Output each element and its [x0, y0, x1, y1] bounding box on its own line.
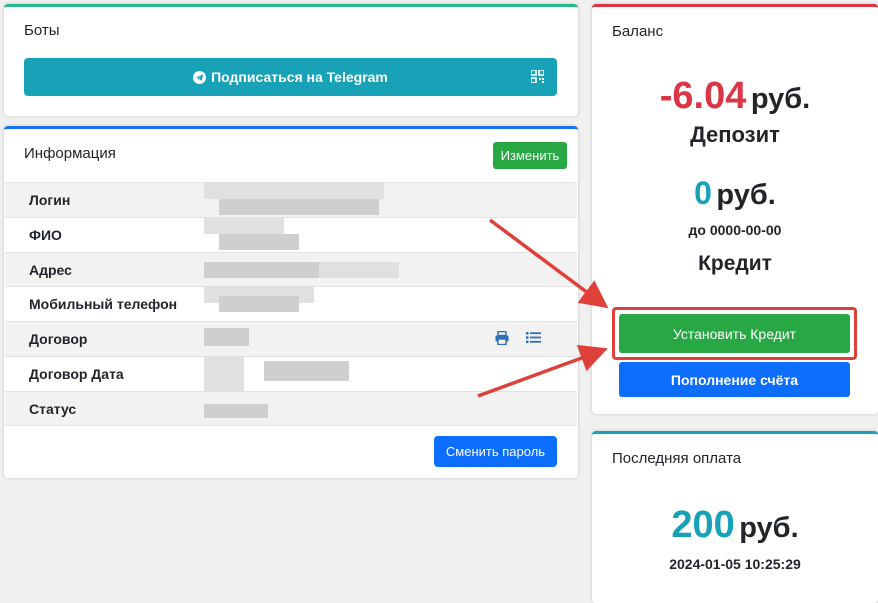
info-table: Логин ФИО Адрес Мобильный телефон Догово… [5, 182, 577, 426]
info-card: Информация Изменить Логин ФИО Адрес Моби… [4, 126, 578, 478]
row-label-login: Логин [29, 192, 71, 208]
credit-amount: 0 руб. [592, 175, 878, 212]
deposit-currency: руб. [750, 83, 811, 115]
print-icon[interactable] [495, 331, 509, 346]
last-payment-currency: руб. [739, 512, 799, 544]
telegram-subscribe-button[interactable]: Подписаться на Telegram [24, 58, 557, 96]
credit-currency: руб. [716, 179, 776, 211]
deposit-label: Депозит [690, 122, 780, 147]
change-password-button[interactable]: Сменить пароль [434, 436, 557, 467]
last-payment-value: 200 [671, 504, 735, 546]
row-value-redacted [204, 356, 400, 391]
balance-title: Баланс [612, 23, 664, 40]
row-value-redacted [204, 253, 400, 287]
row-value-redacted [204, 287, 400, 321]
row-label-contract: Договор [29, 331, 88, 348]
table-row: Мобильный телефон [5, 286, 577, 321]
row-value-redacted [204, 322, 400, 356]
table-row: ФИО [5, 216, 577, 252]
row-value-redacted [204, 217, 400, 252]
last-payment-card: Последняя оплата 200 руб. 2024-01-05 10:… [592, 431, 878, 603]
row-label-phone: Мобильный телефон [29, 296, 178, 313]
credit-label: Кредит [698, 252, 772, 275]
row-label-fio: ФИО [29, 226, 62, 243]
bots-title: Боты [24, 22, 60, 39]
last-payment-amount: 200 руб. [592, 504, 878, 547]
last-payment-date: 2024-01-05 10:25:29 [669, 556, 801, 572]
table-row: Статус [5, 390, 577, 426]
table-row: Договор [5, 321, 577, 356]
balance-card: Баланс -6.04 руб. Депозит 0 руб. до 0000… [592, 4, 878, 414]
table-row: Адрес [5, 251, 577, 287]
telegram-subscribe-label: Подписаться на Telegram [211, 69, 388, 85]
row-label-status: Статус [29, 400, 77, 417]
table-row: Логин [5, 182, 577, 217]
row-value-redacted [204, 183, 400, 217]
table-row: Договор Дата [5, 355, 577, 391]
qr-code-icon[interactable] [531, 70, 544, 83]
row-label-address: Адрес [29, 261, 72, 278]
deposit-value: -6.04 [659, 75, 747, 117]
topup-button[interactable]: Пополнение счёта [619, 362, 850, 397]
deposit-amount: -6.04 руб. [592, 75, 878, 118]
list-icon[interactable] [526, 331, 541, 344]
row-label-contract-date: Договор Дата [29, 365, 124, 382]
contract-actions [495, 331, 541, 346]
info-title: Информация [24, 145, 116, 162]
last-payment-title: Последняя оплата [612, 450, 742, 467]
bots-card: Боты Подписаться на Telegram [4, 4, 578, 116]
row-value-redacted [204, 392, 400, 425]
credit-until-date: до 0000-00-00 [688, 222, 782, 238]
telegram-icon [193, 70, 207, 84]
set-credit-button[interactable]: Установить Кредит [619, 314, 850, 353]
edit-button[interactable]: Изменить [493, 142, 567, 169]
credit-value: 0 [694, 175, 712, 211]
